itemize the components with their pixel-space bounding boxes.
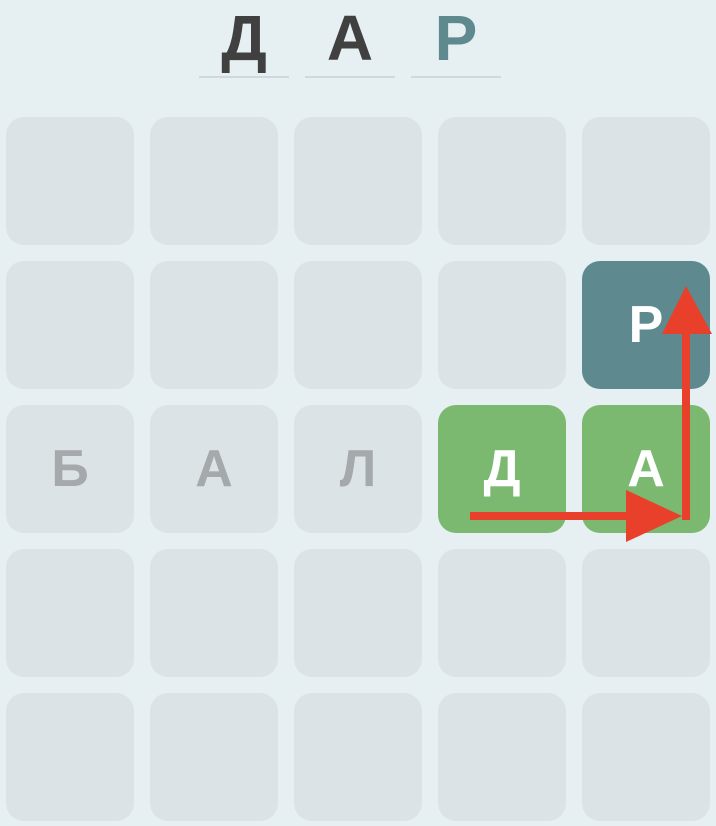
board-tile-r2-c3[interactable] bbox=[294, 261, 422, 389]
word-letter-3: Р bbox=[411, 0, 501, 78]
board-tile-r1-c4[interactable] bbox=[438, 117, 566, 245]
board-tile-r1-c3[interactable] bbox=[294, 117, 422, 245]
board-tile-r3-c1[interactable]: Б bbox=[6, 405, 134, 533]
board-tile-r5-c3[interactable] bbox=[294, 693, 422, 821]
board-tile-r2-c5[interactable]: Р bbox=[582, 261, 710, 389]
board-tile-r4-c3[interactable] bbox=[294, 549, 422, 677]
board-tile-r1-c2[interactable] bbox=[150, 117, 278, 245]
board-tile-r4-c1[interactable] bbox=[6, 549, 134, 677]
board-tile-r4-c4[interactable] bbox=[438, 549, 566, 677]
word-letter-1: Д bbox=[199, 0, 289, 78]
word-letter-2: А bbox=[305, 0, 395, 78]
board-tile-r1-c5[interactable] bbox=[582, 117, 710, 245]
board-tile-r3-c3[interactable]: Л bbox=[294, 405, 422, 533]
board-tile-r5-c1[interactable] bbox=[6, 693, 134, 821]
board-tile-r1-c1[interactable] bbox=[6, 117, 134, 245]
board-tile-r3-c5[interactable]: А bbox=[582, 405, 710, 533]
board-tile-r3-c4[interactable]: Д bbox=[438, 405, 566, 533]
board-tile-r5-c2[interactable] bbox=[150, 693, 278, 821]
board-tile-r4-c5[interactable] bbox=[582, 549, 710, 677]
board-tile-r5-c5[interactable] bbox=[582, 693, 710, 821]
board-tile-r3-c2[interactable]: А bbox=[150, 405, 278, 533]
board-tile-r4-c2[interactable] bbox=[150, 549, 278, 677]
board-tile-r2-c1[interactable] bbox=[6, 261, 134, 389]
board-tile-r5-c4[interactable] bbox=[438, 693, 566, 821]
board-tile-r2-c2[interactable] bbox=[150, 261, 278, 389]
board-tile-r2-c4[interactable] bbox=[438, 261, 566, 389]
